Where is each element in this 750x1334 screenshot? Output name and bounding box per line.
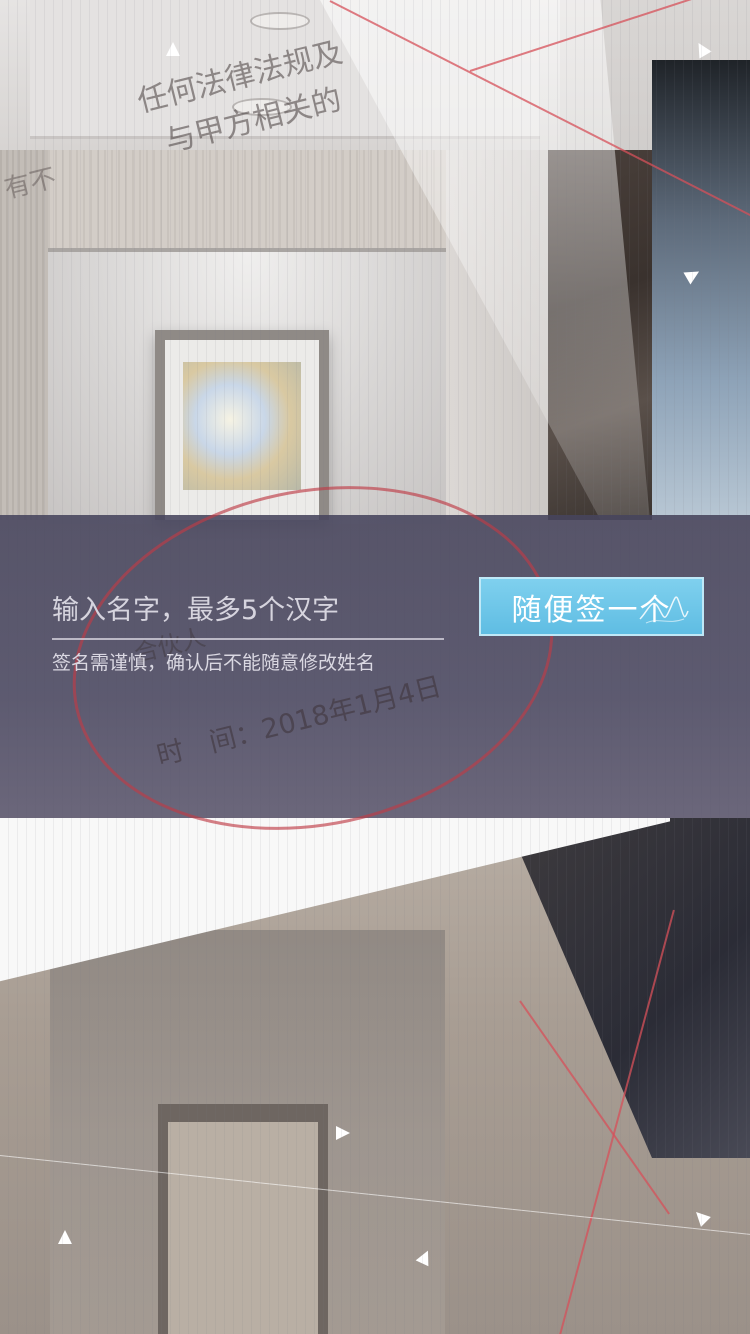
random-sign-button-label: 随便签一个 bbox=[511, 592, 672, 628]
name-input[interactable] bbox=[52, 588, 444, 640]
random-sign-button[interactable]: 随便签一个 bbox=[479, 577, 704, 636]
sparkle bbox=[336, 1126, 350, 1140]
sparkle bbox=[166, 42, 180, 56]
sparkle bbox=[58, 1230, 72, 1244]
left-wall-panel bbox=[0, 150, 48, 520]
painting-reflection-inner bbox=[168, 1122, 318, 1334]
signature-screen: 任何法律法规及 与甲方相关的 有不 合伙人 时 间：2018年1月4日 签名需谨… bbox=[0, 0, 750, 1334]
window-glass bbox=[652, 60, 750, 520]
painting-image bbox=[183, 362, 301, 490]
ceiling-light bbox=[250, 12, 310, 30]
painting-reflection bbox=[158, 1104, 328, 1334]
alcove-header bbox=[48, 150, 446, 248]
signature-hint: 签名需谨慎，确认后不能随意修改姓名 bbox=[52, 652, 376, 674]
